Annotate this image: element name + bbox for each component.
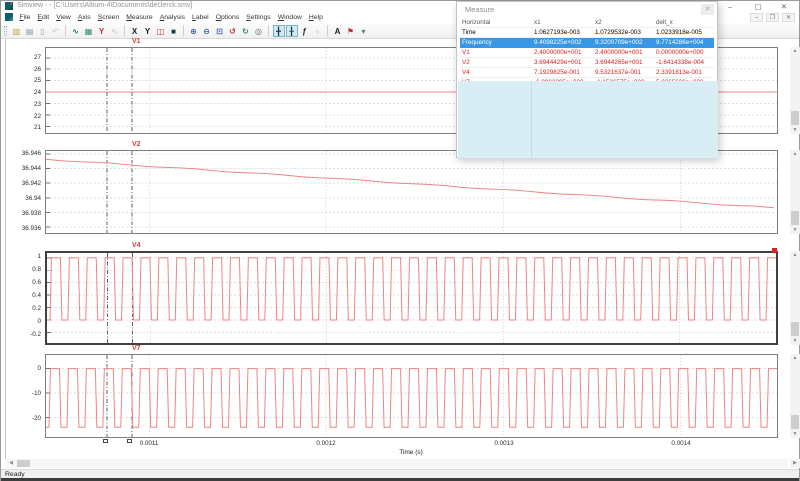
plot-panel-v4[interactable] (45, 251, 778, 345)
y-tick-label: 0 (13, 318, 41, 325)
y-tick-label: 36.938 (13, 210, 41, 217)
scroll-down-arrow-icon[interactable]: ▼ (790, 126, 800, 134)
y-tick-label: -20 (13, 415, 41, 422)
y-tick-label: 0.8 (13, 266, 41, 273)
x-tick-label: 0.0014 (664, 440, 698, 447)
measure-row-v1[interactable]: V12.4000000e+0012.4000000e+0010.0000000e… (460, 48, 714, 58)
measure-column-header: x2 (593, 18, 654, 28)
scroll-up-arrow-icon[interactable]: ▲ (790, 150, 800, 158)
y-tick-label: -10 (13, 390, 41, 397)
measure-cell: Time (460, 28, 532, 38)
y-tick-label: 0.6 (13, 279, 41, 286)
simview-window: Simview - - [C:\Users\Altium-4\Documents… (0, 0, 800, 481)
vertical-scroll-thumb[interactable] (791, 211, 799, 225)
horizontal-scrollbar[interactable]: ◀ (6, 459, 788, 468)
measure-cell: 9.5321637e-001 (593, 68, 654, 78)
vertical-scroll-thumb[interactable] (791, 415, 799, 429)
measure-cell: Frequency (460, 38, 532, 48)
vertical-scrollbar-v1[interactable]: ▲▼ (790, 47, 800, 134)
waveform-v4 (47, 258, 776, 320)
measure-cell: 9.7714286e+004 (654, 38, 714, 48)
measure-cell: 9.4098225e+002 (532, 38, 593, 48)
measure-cell: 1.0627193e-003 (532, 28, 593, 38)
scroll-up-arrow-icon[interactable]: ▲ (790, 354, 800, 362)
plot-panel-v7[interactable] (45, 354, 778, 438)
x-axis-label: Time (s) (376, 449, 446, 456)
scroll-up-arrow-icon[interactable]: ▲ (790, 47, 800, 55)
y-tick-label: 25 (13, 77, 41, 84)
measure-row-frequency[interactable]: Frequency9.4098225e+0029.3200709e+0029.7… (460, 38, 714, 48)
scroll-down-arrow-icon[interactable]: ▼ (790, 337, 800, 345)
y-tick-label: 36.944 (13, 165, 41, 172)
measure-dialog: Measure ✕ Horizontalx1x2delt_xTime1.0627… (456, 1, 718, 158)
measure-row-time[interactable]: Time1.0627193e-0031.0729532e-0031.023391… (460, 28, 714, 38)
y-tick-label: 22 (13, 113, 41, 120)
measure-cell: 3.6944265e+001 (593, 58, 654, 68)
measure-cell: V2 (460, 58, 532, 68)
horizontal-scroll-thumb[interactable] (17, 460, 30, 467)
scroll-left-arrow-icon[interactable]: ◀ (6, 459, 16, 468)
selected-plot-handle[interactable] (772, 248, 777, 253)
measure-cell: 2.3391813e-001 (654, 68, 714, 78)
measure-cell: 1.0729532e-003 (593, 28, 654, 38)
trace-label-v1[interactable]: V1 (132, 38, 141, 45)
measure-table: Horizontalx1x2delt_xTime1.0627193e-0031.… (460, 18, 714, 88)
measure-cell: 3.6944429e+001 (532, 58, 593, 68)
measure-cell: 9.3200709e+002 (593, 38, 654, 48)
measure-row-v2[interactable]: V23.6944429e+0013.6944265e+001-1.6414338… (460, 58, 714, 68)
y-tick-label: 0 (13, 365, 41, 372)
measure-cell: 7.1929825e-001 (532, 68, 593, 78)
measure-dialog-title: Measure (465, 5, 494, 14)
vertical-scrollbar-v7[interactable]: ▲▼ (790, 354, 800, 438)
scroll-right-arrow-icon[interactable]: ▶ (790, 459, 800, 468)
vertical-scrollbar-v2[interactable]: ▲▼ (790, 150, 800, 234)
measure-cell: -1.6414338e-004 (654, 58, 714, 68)
measure-dialog-close-icon[interactable]: ✕ (701, 4, 714, 15)
cursor-handle-x2[interactable] (127, 439, 132, 443)
client-left-edge (5, 39, 6, 459)
y-tick-label: 36.942 (13, 180, 41, 187)
measure-cell: 2.4000000e+001 (593, 48, 654, 58)
vertical-scroll-thumb[interactable] (791, 111, 799, 125)
waveform-v7 (46, 369, 777, 428)
measure-cell: 1.0233918e-005 (654, 28, 714, 38)
measure-header-row: Horizontalx1x2delt_x (460, 18, 714, 28)
measure-cell: V1 (460, 48, 532, 58)
scroll-down-arrow-icon[interactable]: ▼ (790, 226, 800, 234)
measure-column-header: Horizontal (460, 18, 532, 28)
measure-cell: 0.0000000e+000 (654, 48, 714, 58)
measure-dialog-panel (458, 81, 718, 158)
scroll-down-arrow-icon[interactable]: ▼ (790, 430, 800, 438)
y-tick-label: 21 (13, 124, 41, 131)
y-tick-label: 0.4 (13, 292, 41, 299)
x-tick-label: 0.0013 (487, 440, 521, 447)
cursor-handle-x1[interactable] (103, 439, 108, 443)
y-tick-label: 36.94 (13, 195, 41, 202)
measure-row-v4[interactable]: V47.1929825e-0019.5321637e-0012.3391813e… (460, 68, 714, 78)
trace-label-v2[interactable]: V2 (132, 141, 141, 148)
trace-label-v4[interactable]: V4 (132, 242, 141, 249)
scroll-up-arrow-icon[interactable]: ▲ (790, 251, 800, 259)
y-tick-label: -0.2 (13, 331, 41, 338)
x-tick-label: 0.0012 (309, 440, 343, 447)
plot-panel-v2[interactable] (45, 150, 778, 234)
y-tick-label: 1 (13, 253, 41, 260)
y-tick-label: 36.936 (13, 225, 41, 232)
measure-column-header: x1 (532, 18, 593, 28)
status-bar: Ready (1, 469, 799, 478)
trace-label-v7[interactable]: V7 (132, 345, 141, 352)
y-tick-label: 26 (13, 66, 41, 73)
y-tick-label: 27 (13, 54, 41, 61)
y-tick-label: 36.946 (13, 150, 41, 157)
vertical-scrollbar-v4[interactable]: ▲▼ (790, 251, 800, 345)
status-text: Ready (5, 471, 25, 478)
measure-cell: 2.4000000e+001 (532, 48, 593, 58)
y-tick-label: 0.2 (13, 305, 41, 312)
measure-cell: V4 (460, 68, 532, 78)
y-tick-label: 23 (13, 101, 41, 108)
x-tick-label: 0.0011 (132, 440, 166, 447)
vertical-scroll-thumb[interactable] (791, 322, 799, 336)
measure-column-header: delt_x (654, 18, 714, 28)
y-tick-label: 24 (13, 89, 41, 96)
